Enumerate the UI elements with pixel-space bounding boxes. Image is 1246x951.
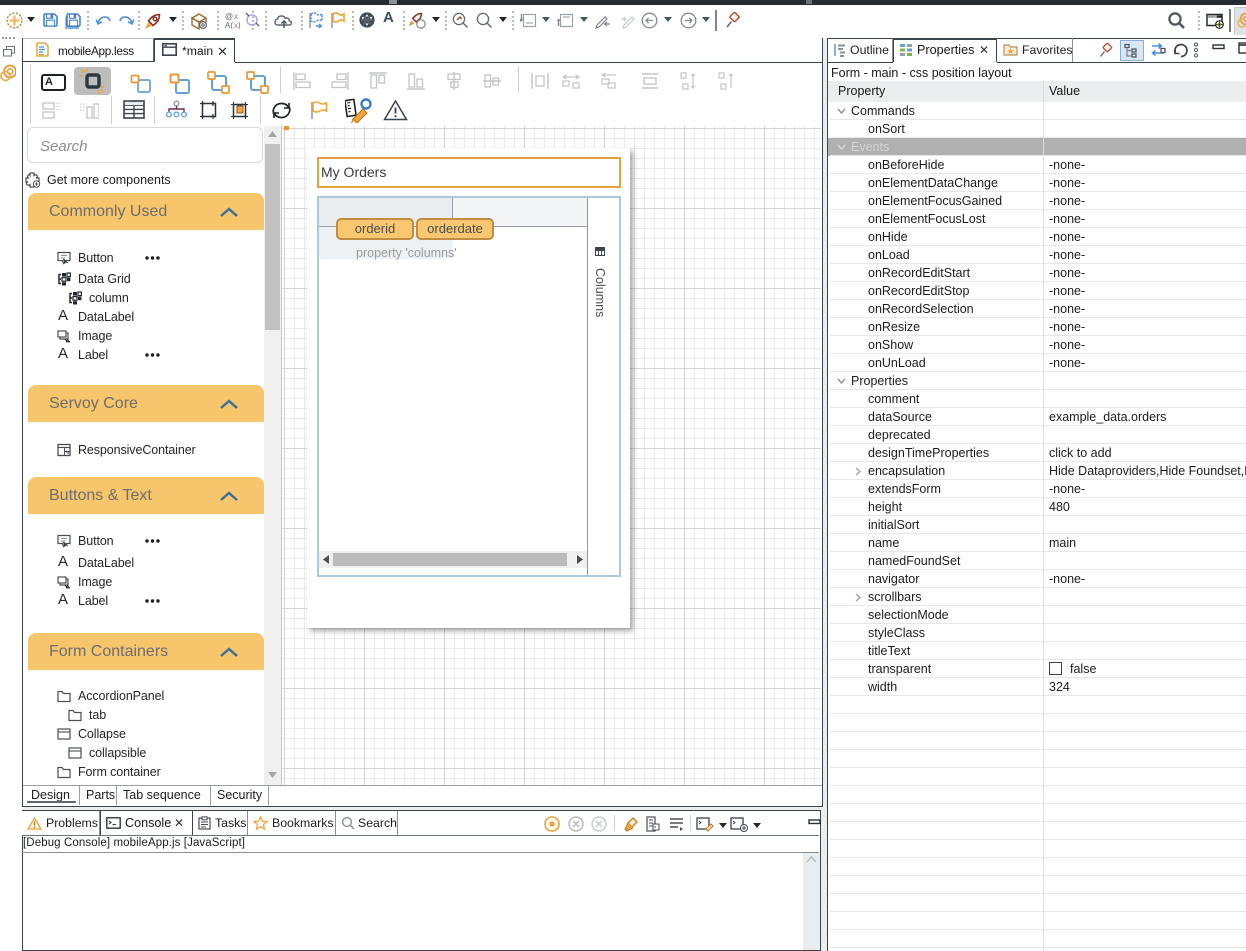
svg-text:): ) (238, 21, 241, 29)
svg-text:@: @ (225, 12, 233, 21)
svg-text:A(: A( (225, 21, 233, 29)
svg-text:✎: ✎ (65, 450, 70, 457)
svg-text:x: x (234, 12, 238, 21)
